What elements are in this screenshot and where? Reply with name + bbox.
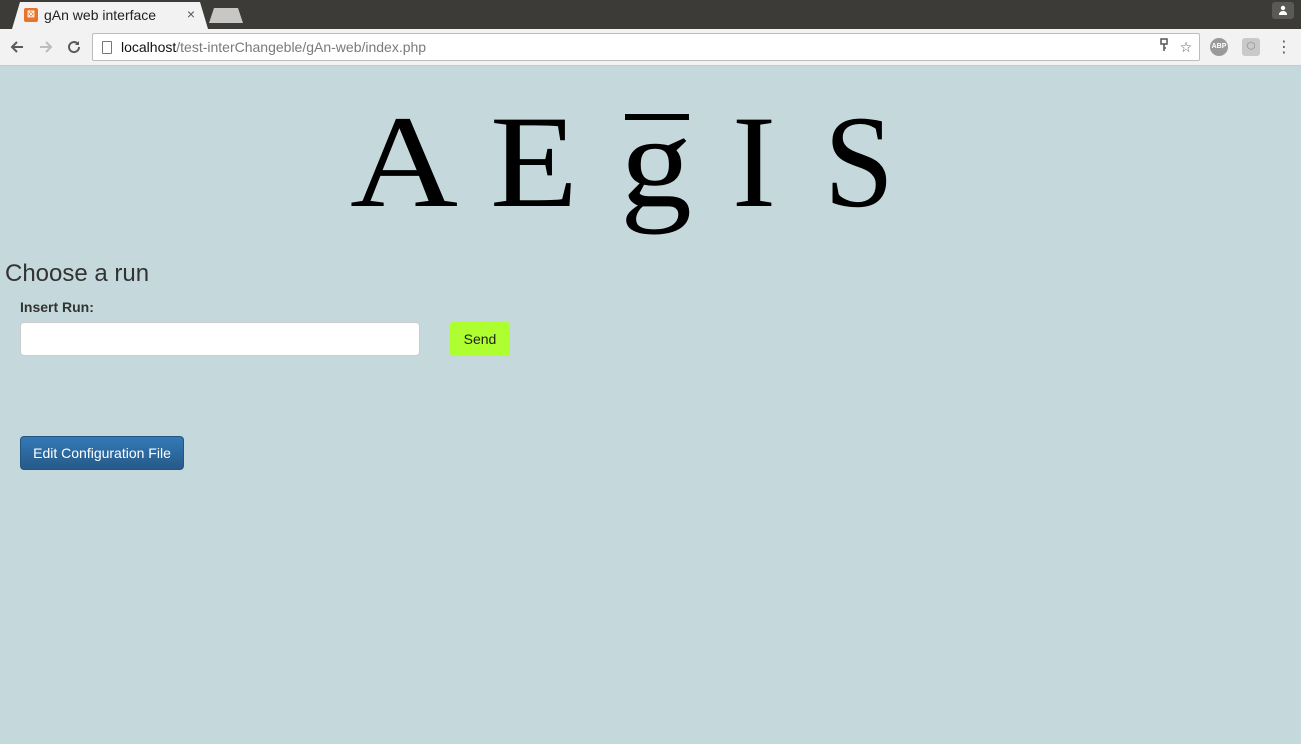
profile-icon[interactable] xyxy=(1272,2,1294,19)
browser-titlebar: ⊠ gAn web interface × xyxy=(0,0,1301,29)
page-info-icon[interactable] xyxy=(102,41,112,54)
run-input[interactable] xyxy=(20,322,420,356)
forward-icon[interactable] xyxy=(34,35,58,59)
back-icon[interactable] xyxy=(5,35,29,59)
key-icon[interactable] xyxy=(1155,38,1173,56)
url-text[interactable]: localhost/test-interChangeble/gAn-web/in… xyxy=(121,39,426,55)
page-title: Choose a run xyxy=(5,260,150,287)
aegis-logo-image: A E g I S xyxy=(350,88,894,235)
menu-icon[interactable]: ⋮ xyxy=(1276,38,1292,58)
svg-text:g: g xyxy=(620,90,692,235)
xampp-favicon-icon: ⊠ xyxy=(24,8,38,22)
reload-icon[interactable] xyxy=(62,35,86,59)
edit-configuration-button[interactable]: Edit Configuration File xyxy=(20,436,184,470)
adblock-icon[interactable]: ABP xyxy=(1210,38,1228,56)
run-label: Insert Run: xyxy=(20,299,94,315)
send-button[interactable]: Send xyxy=(450,322,510,356)
url-host: localhost xyxy=(121,39,177,55)
svg-text:I: I xyxy=(732,90,776,235)
svg-text:E: E xyxy=(490,90,578,235)
aegis-logo: A E g I S xyxy=(350,88,900,242)
browser-toolbar: localhost/test-interChangeble/gAn-web/in… xyxy=(0,29,1301,66)
svg-text:A: A xyxy=(350,90,458,235)
address-bar[interactable]: localhost/test-interChangeble/gAn-web/in… xyxy=(92,33,1200,61)
browser-tab[interactable]: ⊠ gAn web interface × xyxy=(12,2,208,29)
extension-icon[interactable]: ⬡ xyxy=(1242,38,1260,56)
svg-text:S: S xyxy=(824,90,894,235)
new-tab-button[interactable] xyxy=(209,8,243,23)
url-path: /test-interChangeble/gAn-web/index.php xyxy=(176,39,427,55)
tab-close-icon[interactable]: × xyxy=(184,6,198,22)
star-icon[interactable]: ☆ xyxy=(1177,38,1195,56)
tab-title: gAn web interface xyxy=(44,7,157,23)
